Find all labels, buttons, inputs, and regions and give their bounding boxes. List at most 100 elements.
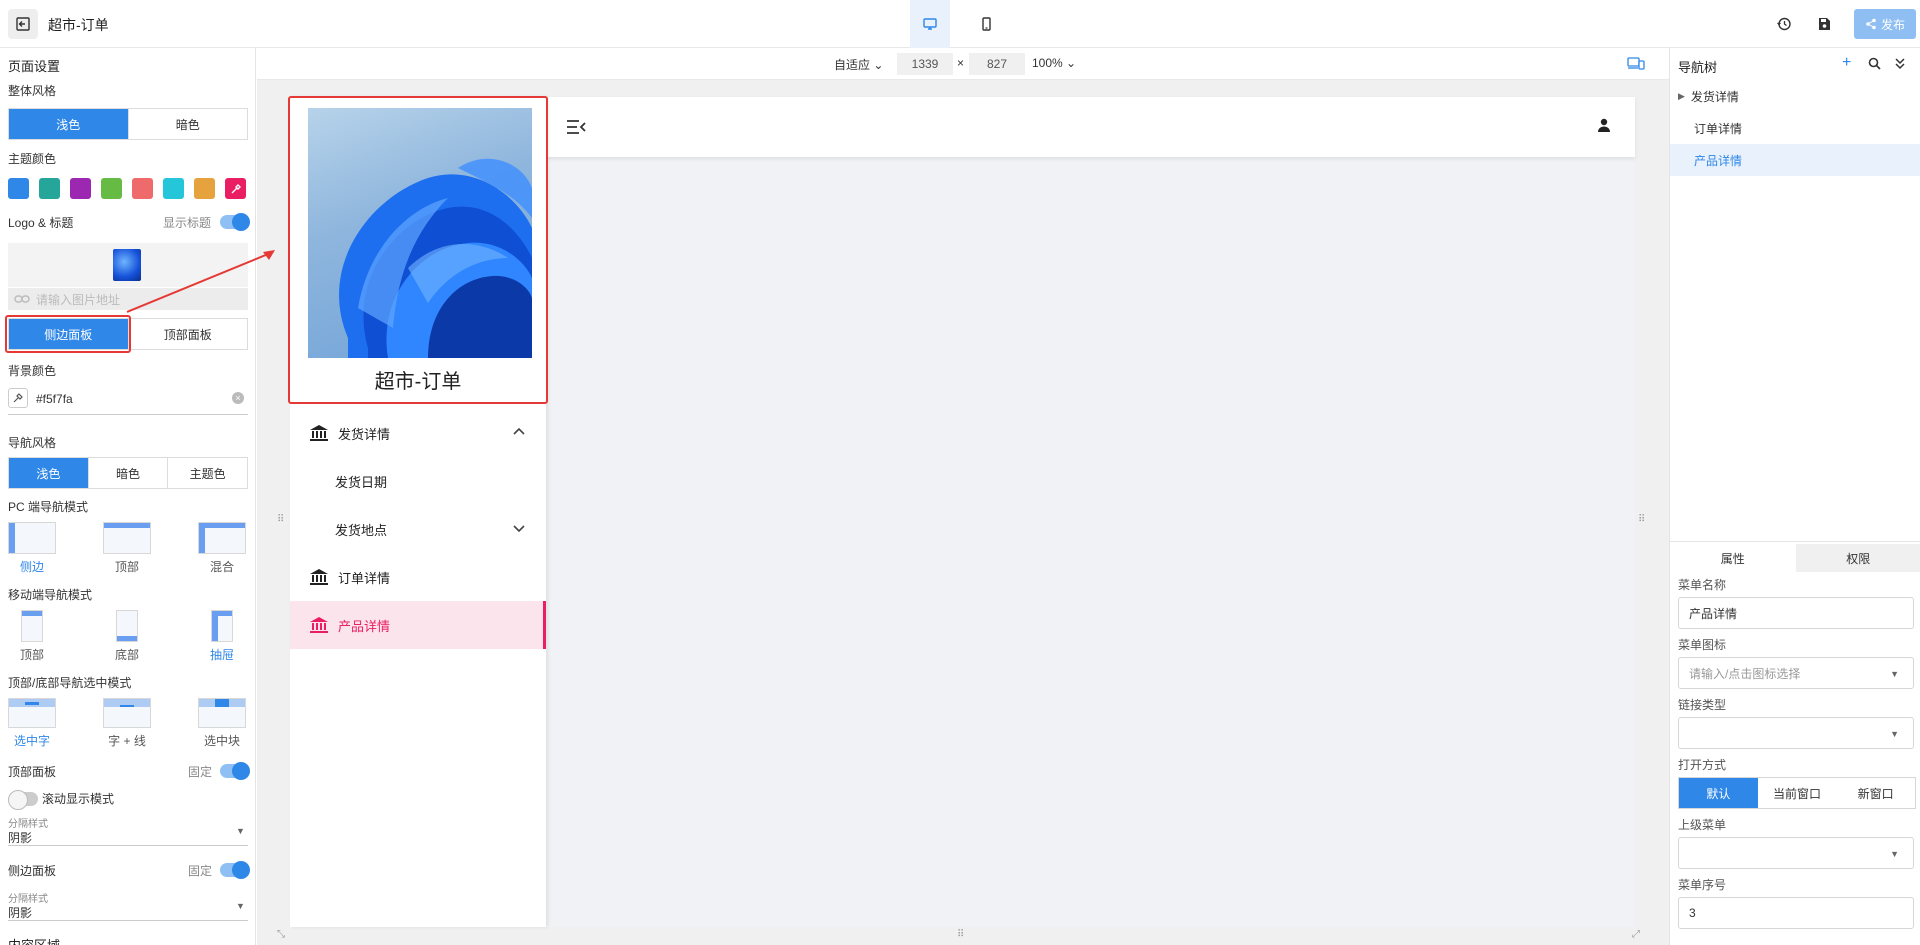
publish-button[interactable]: 发布 xyxy=(1854,9,1916,39)
canvas-toolbar: 自适应 ⌄ 1339 × 827 100% ⌄ xyxy=(257,48,1669,80)
select-mode-text[interactable]: 选中字 xyxy=(8,698,56,749)
exit-icon xyxy=(16,17,30,31)
canvas-width-input[interactable]: 1339 xyxy=(897,53,953,75)
select-mode-block[interactable]: 选中块 xyxy=(198,698,246,749)
bg-color-value[interactable]: #f5f7fa xyxy=(36,392,73,406)
menu-item-shipping-location[interactable]: 发货地点 xyxy=(290,505,546,553)
left-resize-handle[interactable]: ⠿ xyxy=(277,514,284,525)
pc-side-preview xyxy=(8,522,56,554)
mobile-bottom-preview xyxy=(116,610,138,642)
menu-item-shipping[interactable]: 发货详情 xyxy=(290,409,546,457)
corner-resize-handle-left[interactable]: ⤡ xyxy=(277,929,285,940)
nav-tree-title: 导航树 xyxy=(1678,60,1718,75)
desktop-view-button[interactable] xyxy=(910,0,950,48)
theme-color-label: 主题颜色 xyxy=(8,152,57,166)
content-area-label: 内容区域 xyxy=(8,935,60,945)
nav-light-option[interactable]: 浅色 xyxy=(9,458,89,488)
responsive-preview-button[interactable] xyxy=(1627,56,1645,73)
show-title-toggle[interactable] xyxy=(220,213,250,231)
side-panel-fixed-toggle[interactable] xyxy=(220,861,250,879)
menu-icon-select[interactable]: 请输入/点击图标选择 ▼ xyxy=(1678,657,1914,689)
scroll-mode-toggle[interactable] xyxy=(8,790,38,810)
user-button[interactable] xyxy=(1596,117,1612,136)
search-icon xyxy=(1868,57,1881,70)
mobile-mode-drawer[interactable]: 抽屉 xyxy=(198,610,246,663)
side-panel-label: 侧边面板 xyxy=(8,864,57,878)
pc-mode-mixed-label: 混合 xyxy=(209,560,234,574)
bg-color-picker[interactable] xyxy=(8,388,28,408)
caret-down-icon: ▼ xyxy=(1890,729,1899,739)
history-button[interactable] xyxy=(1772,12,1796,36)
tree-item-order[interactable]: 订单详情 xyxy=(1670,112,1920,144)
swatch-blue[interactable] xyxy=(8,178,29,199)
tab-properties[interactable]: 属性 xyxy=(1670,544,1796,572)
style-dark-option[interactable]: 暗色 xyxy=(129,109,248,139)
tree-item-shipping[interactable]: ▶ 发货详情 xyxy=(1670,80,1920,112)
top-separator-caption: 分隔样式 xyxy=(8,819,48,830)
select-mode-line-label: 字 + 线 xyxy=(108,734,146,748)
side-separator-select[interactable]: 阴影 xyxy=(8,904,32,921)
chevron-down-icon: ⌄ xyxy=(873,58,884,72)
desktop-icon xyxy=(923,18,937,30)
tab-permissions[interactable]: 权限 xyxy=(1795,544,1920,572)
menu-item-order[interactable]: 订单详情 xyxy=(290,553,546,601)
swatch-red[interactable] xyxy=(132,178,153,199)
pc-mode-mixed[interactable]: 混合 xyxy=(198,522,246,575)
swatch-orange[interactable] xyxy=(194,178,215,199)
swatch-purple[interactable] xyxy=(70,178,91,199)
parent-menu-select[interactable]: ▼ xyxy=(1678,837,1914,869)
pc-mode-top[interactable]: 顶部 xyxy=(103,522,151,575)
fit-select[interactable]: 自适应 ⌄ xyxy=(834,56,883,73)
mobile-icon xyxy=(982,17,991,31)
menu-item-shipping-date[interactable]: 发货日期 xyxy=(290,457,546,505)
eyedropper-icon xyxy=(231,183,241,193)
swatch-cyan[interactable] xyxy=(163,178,184,199)
parent-menu-label: 上级菜单 xyxy=(1678,818,1727,832)
top-separator-select[interactable]: 阴影 xyxy=(8,829,32,846)
bg-color-label: 背景颜色 xyxy=(8,364,57,378)
nav-style-toggle: 浅色 暗色 主题色 xyxy=(8,457,248,489)
tree-item-product[interactable]: 产品详情 xyxy=(1670,144,1920,176)
select-mode-text-label: 选中字 xyxy=(13,734,50,748)
nav-dark-option[interactable]: 暗色 xyxy=(89,458,169,488)
swatch-green[interactable] xyxy=(101,178,122,199)
app-title: 超市-订单 xyxy=(48,17,109,33)
select-mode-line[interactable]: 字 + 线 xyxy=(103,698,151,749)
menu-order-input[interactable]: 3 xyxy=(1678,897,1914,929)
right-resize-handle[interactable]: ⠿ xyxy=(1638,514,1645,525)
menu-name-input[interactable]: 产品详情 xyxy=(1678,597,1914,629)
open-mode-new[interactable]: 新窗口 xyxy=(1836,778,1915,808)
search-button[interactable] xyxy=(1868,57,1881,73)
link-type-select[interactable]: ▼ xyxy=(1678,717,1914,749)
mobile-mode-top[interactable]: 顶部 xyxy=(8,610,56,663)
pc-nav-mode-label: PC 端导航模式 xyxy=(8,500,89,514)
open-mode-current[interactable]: 当前窗口 xyxy=(1758,778,1837,808)
bottom-resize-handle[interactable]: ⠿ xyxy=(957,929,964,940)
custom-color-picker[interactable] xyxy=(225,178,246,199)
chevron-up-icon xyxy=(512,425,526,442)
save-button[interactable] xyxy=(1812,12,1836,36)
back-button[interactable] xyxy=(8,9,38,39)
pc-mode-side[interactable]: 侧边 xyxy=(8,522,56,575)
history-icon xyxy=(1777,17,1791,31)
style-light-option[interactable]: 浅色 xyxy=(9,109,129,139)
add-icon[interactable]: + xyxy=(1842,54,1851,72)
clear-icon[interactable]: × xyxy=(232,392,244,404)
canvas-height-input[interactable]: 827 xyxy=(969,53,1025,75)
collapse-all-button[interactable] xyxy=(1894,56,1906,73)
select-text-preview xyxy=(8,698,56,728)
mobile-mode-bottom[interactable]: 底部 xyxy=(103,610,151,663)
zoom-select[interactable]: 100% ⌄ xyxy=(1032,56,1076,70)
swatch-teal[interactable] xyxy=(39,178,60,199)
menu-item-shipping-label: 发货详情 xyxy=(338,426,391,442)
open-mode-toggle: 默认 当前窗口 新窗口 xyxy=(1678,777,1916,809)
top-panel-option[interactable]: 顶部面板 xyxy=(129,319,248,349)
corner-resize-handle-right[interactable]: ⤢ xyxy=(1632,929,1640,940)
open-mode-default[interactable]: 默认 xyxy=(1679,778,1758,808)
nav-theme-option[interactable]: 主题色 xyxy=(168,458,247,488)
mobile-view-button[interactable] xyxy=(966,0,1006,48)
menu-collapse-button[interactable] xyxy=(566,119,586,138)
menu-item-product[interactable]: 产品详情 xyxy=(290,601,546,649)
top-panel-fixed-toggle[interactable] xyxy=(220,762,250,780)
mobile-drawer-preview xyxy=(211,610,233,642)
